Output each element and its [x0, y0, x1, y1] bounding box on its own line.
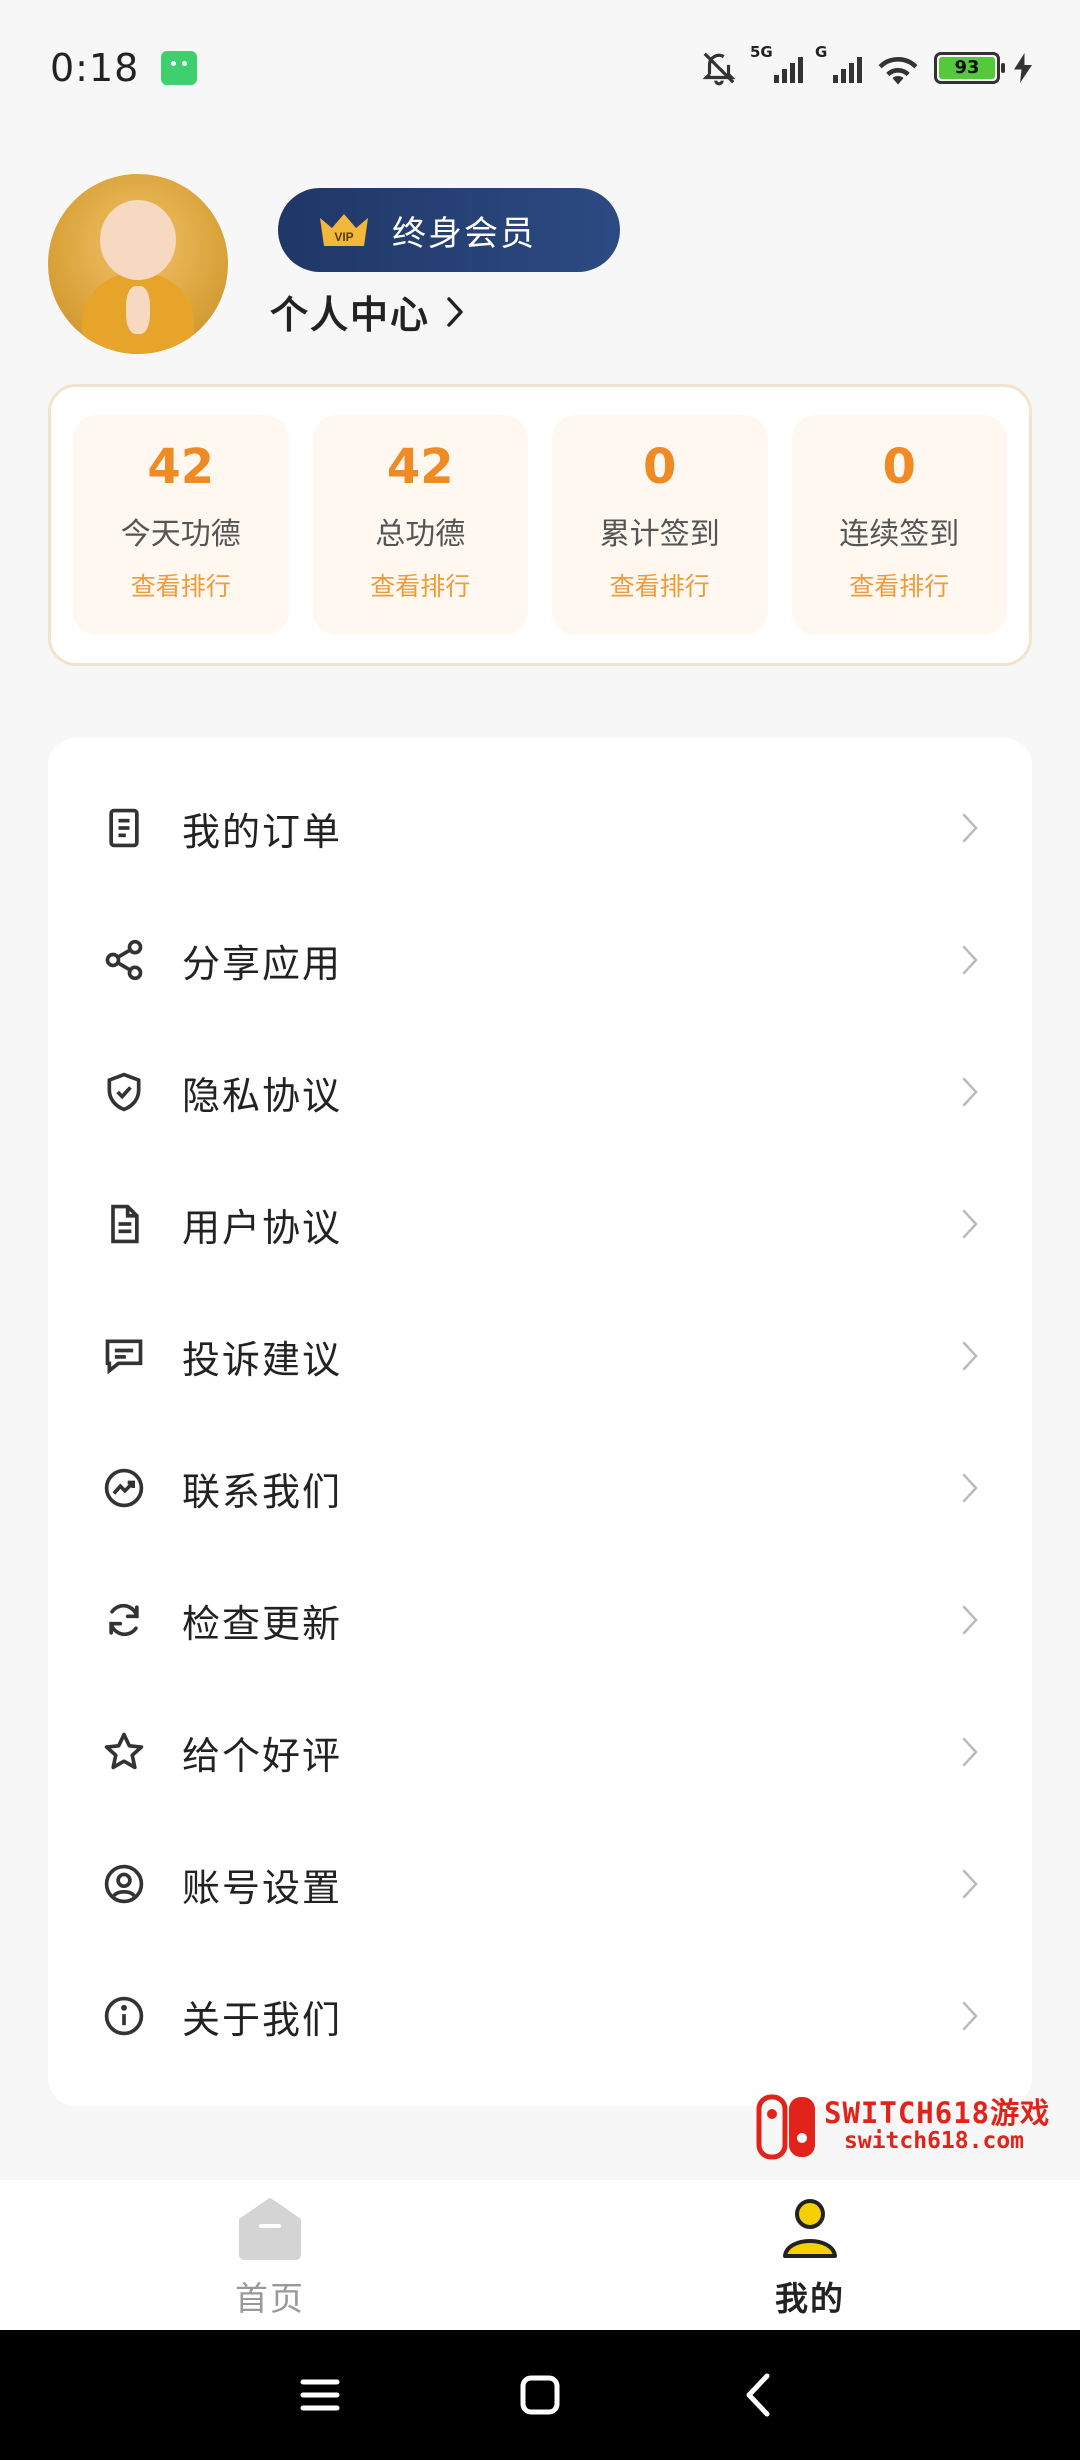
signal-5g-label: 5G: [750, 42, 773, 61]
wifi-icon: [878, 56, 918, 84]
view-ranking-link[interactable]: 查看排行: [610, 567, 710, 603]
watermark-title: SWITCH618游戏: [824, 2096, 1051, 2130]
menu-label: 投诉建议: [182, 1337, 343, 1382]
stat-value: 42: [147, 439, 215, 495]
stat-streak-checkin[interactable]: 0 连续签到 查看排行: [791, 415, 1007, 635]
stat-value: 0: [643, 439, 677, 495]
personal-center-label: 个人中心: [270, 293, 431, 337]
receipt-icon: [109, 808, 139, 848]
tab-home[interactable]: 首页: [0, 2180, 540, 2330]
svg-text:VIP: VIP: [334, 230, 353, 244]
star-icon: [104, 1732, 144, 1770]
crown-icon: VIP: [320, 214, 368, 246]
stat-today-merit[interactable]: 42 今天功德 查看排行: [73, 415, 289, 635]
signal-g-label: G: [815, 42, 828, 61]
android-icon: [161, 50, 198, 85]
battery-level: 93: [939, 56, 995, 79]
menu-item-rate[interactable]: 给个好评: [48, 1686, 1032, 1818]
user-icon: [783, 2199, 837, 2258]
tab-me[interactable]: 我的: [540, 2180, 1080, 2330]
stats-card: 42 今天功德 查看排行 42 总功德 查看排行 0 累计签到 查看排行 0 连…: [48, 384, 1032, 666]
menu-item-about[interactable]: 关于我们: [48, 1950, 1032, 2082]
menu-item-account-settings[interactable]: 账号设置: [48, 1818, 1032, 1950]
chevron-right-icon: [962, 2001, 978, 2031]
menu-item-check-update[interactable]: 检查更新: [48, 1554, 1032, 1686]
chevron-right-icon: [962, 1737, 978, 1767]
view-ranking-link[interactable]: 查看排行: [849, 567, 949, 603]
status-time: 0:18: [50, 45, 140, 90]
menu-item-feedback[interactable]: 投诉建议: [48, 1290, 1032, 1422]
menu-label: 关于我们: [182, 1997, 343, 2042]
menu-icon[interactable]: [295, 2370, 345, 2420]
back-icon[interactable]: [735, 2370, 785, 2420]
menu-item-orders[interactable]: 我的订单: [48, 762, 1032, 894]
menu-label: 账号设置: [182, 1865, 343, 1910]
view-ranking-link[interactable]: 查看排行: [131, 567, 231, 603]
status-right: 5G G 93: [700, 43, 1032, 88]
tab-me-label: 我的: [775, 2279, 845, 2318]
stat-value: 0: [882, 439, 916, 495]
chevron-right-icon: [962, 1869, 978, 1899]
menu-label: 联系我们: [182, 1469, 343, 1514]
shield-check-icon: [107, 1072, 141, 1112]
stat-value: 42: [386, 439, 454, 495]
watermark-url: switch618.com: [844, 2128, 1025, 2154]
profile-header: VIP 终身会员 个人中心: [48, 172, 1032, 362]
view-ranking-link[interactable]: 查看排行: [370, 567, 470, 603]
document-icon: [111, 1204, 139, 1244]
menu-item-user-agreement[interactable]: 用户协议: [48, 1158, 1032, 1290]
menu-item-share[interactable]: 分享应用: [48, 894, 1032, 1026]
trend-circle-icon: [104, 1468, 144, 1508]
signal-5g-icon: 5G: [750, 43, 803, 83]
settings-menu: 我的订单 分享应用 隐私协议 用户协议 投诉建议 联系我们 检查更新 给个好评: [48, 738, 1032, 2106]
chevron-right-icon: [447, 296, 463, 327]
avatar[interactable]: [48, 174, 228, 354]
chevron-right-icon: [962, 813, 978, 843]
menu-label: 用户协议: [182, 1205, 343, 1250]
vip-badge[interactable]: VIP 终身会员: [278, 188, 620, 272]
system-nav-bar: [0, 2330, 1080, 2460]
status-bar: 0:18 5G G 93: [0, 0, 1080, 135]
stat-label: 连续签到: [839, 517, 960, 552]
chevron-right-icon: [962, 945, 978, 975]
tab-home-label: 首页: [235, 2279, 305, 2318]
stat-total-checkin[interactable]: 0 累计签到 查看排行: [552, 415, 768, 635]
switch-logo-icon: [756, 2094, 815, 2160]
personal-center-link[interactable]: 个人中心: [270, 284, 466, 339]
home-icon: [239, 2198, 301, 2260]
menu-label: 分享应用: [182, 941, 343, 986]
bottom-tab-bar: 首页 我的: [0, 2180, 1080, 2330]
share-icon: [105, 939, 143, 981]
home-button-icon[interactable]: [515, 2370, 565, 2420]
signal-g-icon: G: [815, 43, 862, 83]
user-circle-icon: [104, 1864, 144, 1904]
chevron-right-icon: [962, 1341, 978, 1371]
menu-item-privacy[interactable]: 隐私协议: [48, 1026, 1032, 1158]
menu-item-contact[interactable]: 联系我们: [48, 1422, 1032, 1554]
vip-label: 终身会员: [392, 213, 536, 254]
menu-label: 检查更新: [182, 1601, 343, 1646]
charging-icon: [1014, 52, 1032, 83]
stat-total-merit[interactable]: 42 总功德 查看排行: [312, 415, 528, 635]
chevron-right-icon: [962, 1605, 978, 1635]
bell-off-icon: [702, 52, 736, 85]
stat-label: 今天功德: [120, 517, 241, 552]
refresh-icon: [109, 1603, 139, 1637]
info-icon: [104, 1996, 144, 2036]
stat-label: 总功德: [375, 517, 466, 552]
status-left: 0:18: [50, 45, 198, 90]
chevron-right-icon: [962, 1473, 978, 1503]
chevron-right-icon: [962, 1077, 978, 1107]
message-icon: [105, 1339, 143, 1375]
stat-label: 累计签到: [599, 517, 720, 552]
battery-icon: 93: [934, 51, 1005, 84]
menu-label: 我的订单: [182, 809, 343, 854]
watermark: SWITCH618游戏 switch618.com: [756, 2090, 1068, 2162]
menu-label: 给个好评: [182, 1733, 343, 1778]
menu-label: 隐私协议: [182, 1073, 343, 1118]
chevron-right-icon: [962, 1209, 978, 1239]
